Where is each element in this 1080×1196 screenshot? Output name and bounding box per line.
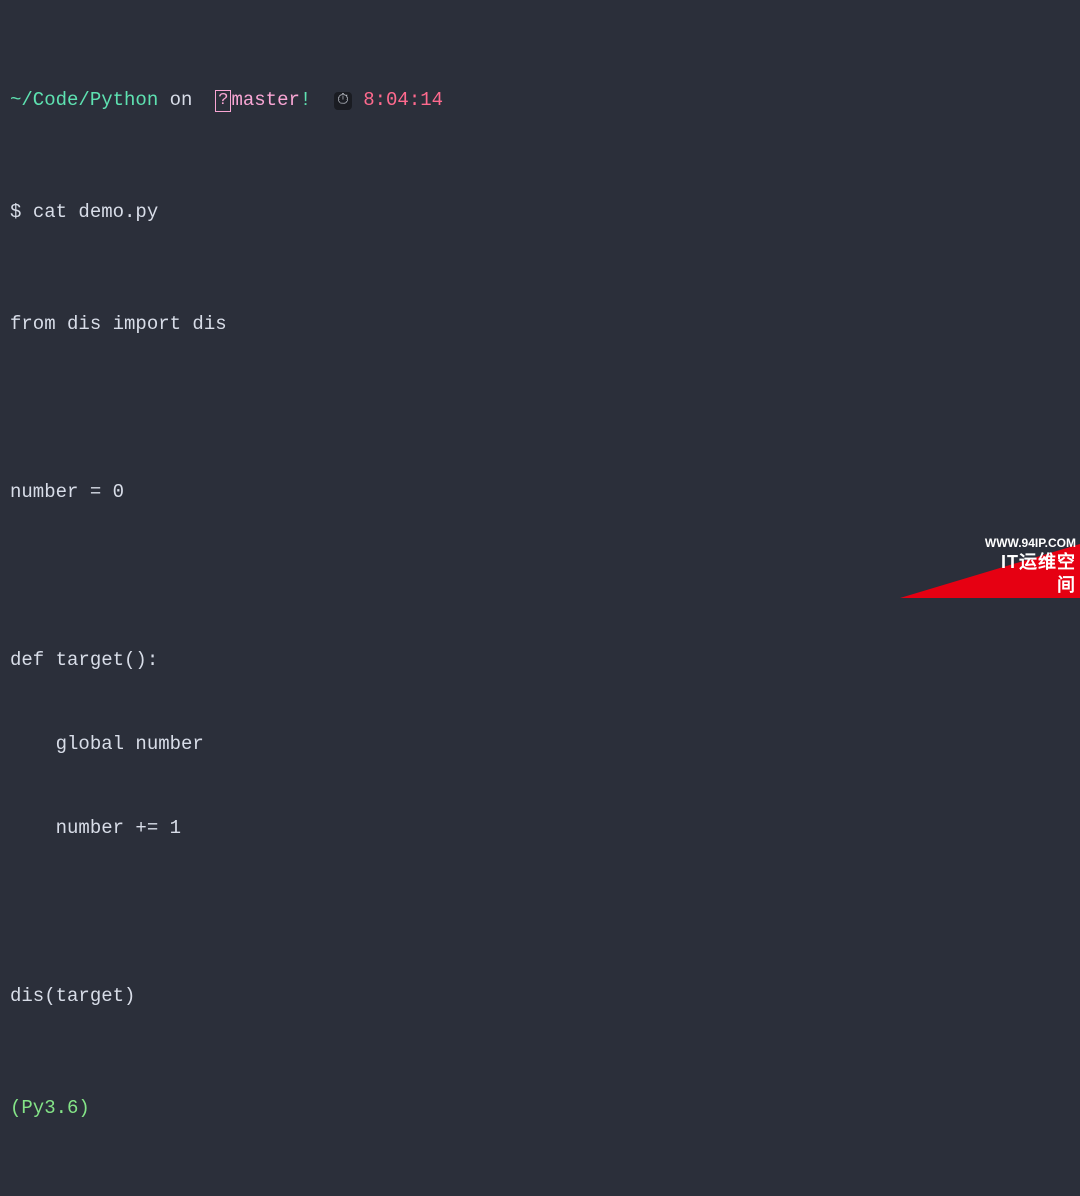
source-line: [10, 394, 1070, 422]
source-line: dis(target): [10, 982, 1070, 1010]
terminal-screen[interactable]: ~/Code/Python on ?master! ⏱ 8:04:14 $ ca…: [0, 0, 1080, 1196]
command-text: cat demo.py: [33, 201, 158, 223]
branch-icon: ?: [215, 90, 231, 112]
branch-name: master: [231, 89, 299, 111]
prompt-line-1: ~/Code/Python on ?master! ⏱ 8:04:14: [10, 86, 1070, 114]
source-line: def target():: [10, 646, 1070, 674]
source-line: [10, 898, 1070, 926]
command-line-1: $ cat demo.py: [10, 198, 1070, 226]
python-version: (Py3.6): [10, 1097, 90, 1119]
source-line: global number: [10, 730, 1070, 758]
source-line: number += 1: [10, 814, 1070, 842]
dirty-indicator: !: [300, 89, 311, 111]
on-label: on: [170, 89, 193, 111]
prompt-symbol: $: [10, 201, 21, 223]
clock-icon: ⏱: [334, 92, 352, 110]
timestamp: 8:04:14: [363, 89, 443, 111]
source-line: number = 0: [10, 478, 1070, 506]
source-line: from dis import dis: [10, 310, 1070, 338]
source-line: [10, 562, 1070, 590]
cwd-path: ~/Code/Python: [10, 89, 158, 111]
